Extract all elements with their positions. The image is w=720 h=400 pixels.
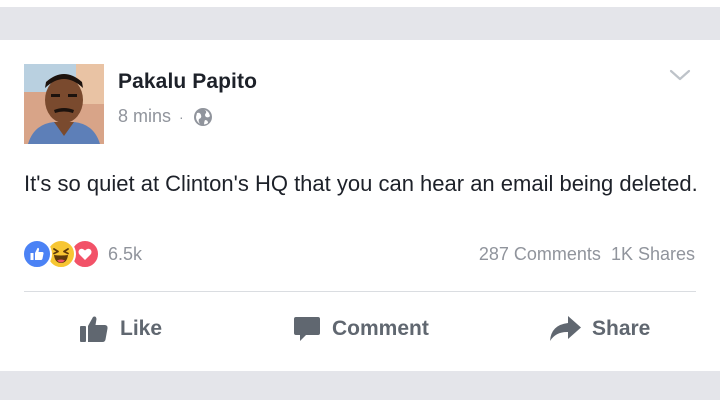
comment-button[interactable]: Comment — [292, 314, 429, 344]
chevron-down-icon[interactable] — [668, 65, 692, 85]
post-card: Pakalu Papito 8 mins · It's so quiet at … — [0, 40, 720, 371]
globe-icon — [193, 107, 212, 126]
like-button[interactable]: Like — [78, 314, 162, 344]
like-label: Like — [120, 317, 163, 340]
like-reaction-icon — [22, 239, 52, 269]
post-text: It's so quiet at Clinton's HQ that you c… — [24, 171, 698, 196]
share-arrow-icon — [550, 316, 581, 341]
feed-bottom-spacer — [0, 371, 720, 400]
post-meta: 8 mins · — [118, 106, 213, 127]
thumbs-up-icon — [80, 316, 108, 342]
avatar[interactable] — [24, 64, 104, 144]
avatar-image — [24, 64, 104, 144]
reaction-summary[interactable]: 6.5k — [22, 239, 142, 269]
feed-top-spacer — [0, 0, 720, 40]
author-name[interactable]: Pakalu Papito — [118, 70, 257, 94]
comments-count-link[interactable]: 287 Comments — [479, 244, 601, 265]
action-divider — [24, 291, 696, 292]
comment-bubble-icon — [294, 317, 320, 341]
feed-gap — [0, 7, 720, 40]
reaction-count: 6.5k — [108, 243, 143, 264]
comment-label: Comment — [332, 317, 429, 340]
share-label: Share — [592, 317, 651, 340]
share-button[interactable]: Share — [548, 314, 650, 344]
post-timestamp[interactable]: 8 mins — [118, 106, 171, 127]
meta-separator: · — [179, 108, 184, 125]
engagement-stats: 287 Comments 1K Shares — [479, 244, 695, 265]
shares-count-link[interactable]: 1K Shares — [611, 244, 695, 265]
